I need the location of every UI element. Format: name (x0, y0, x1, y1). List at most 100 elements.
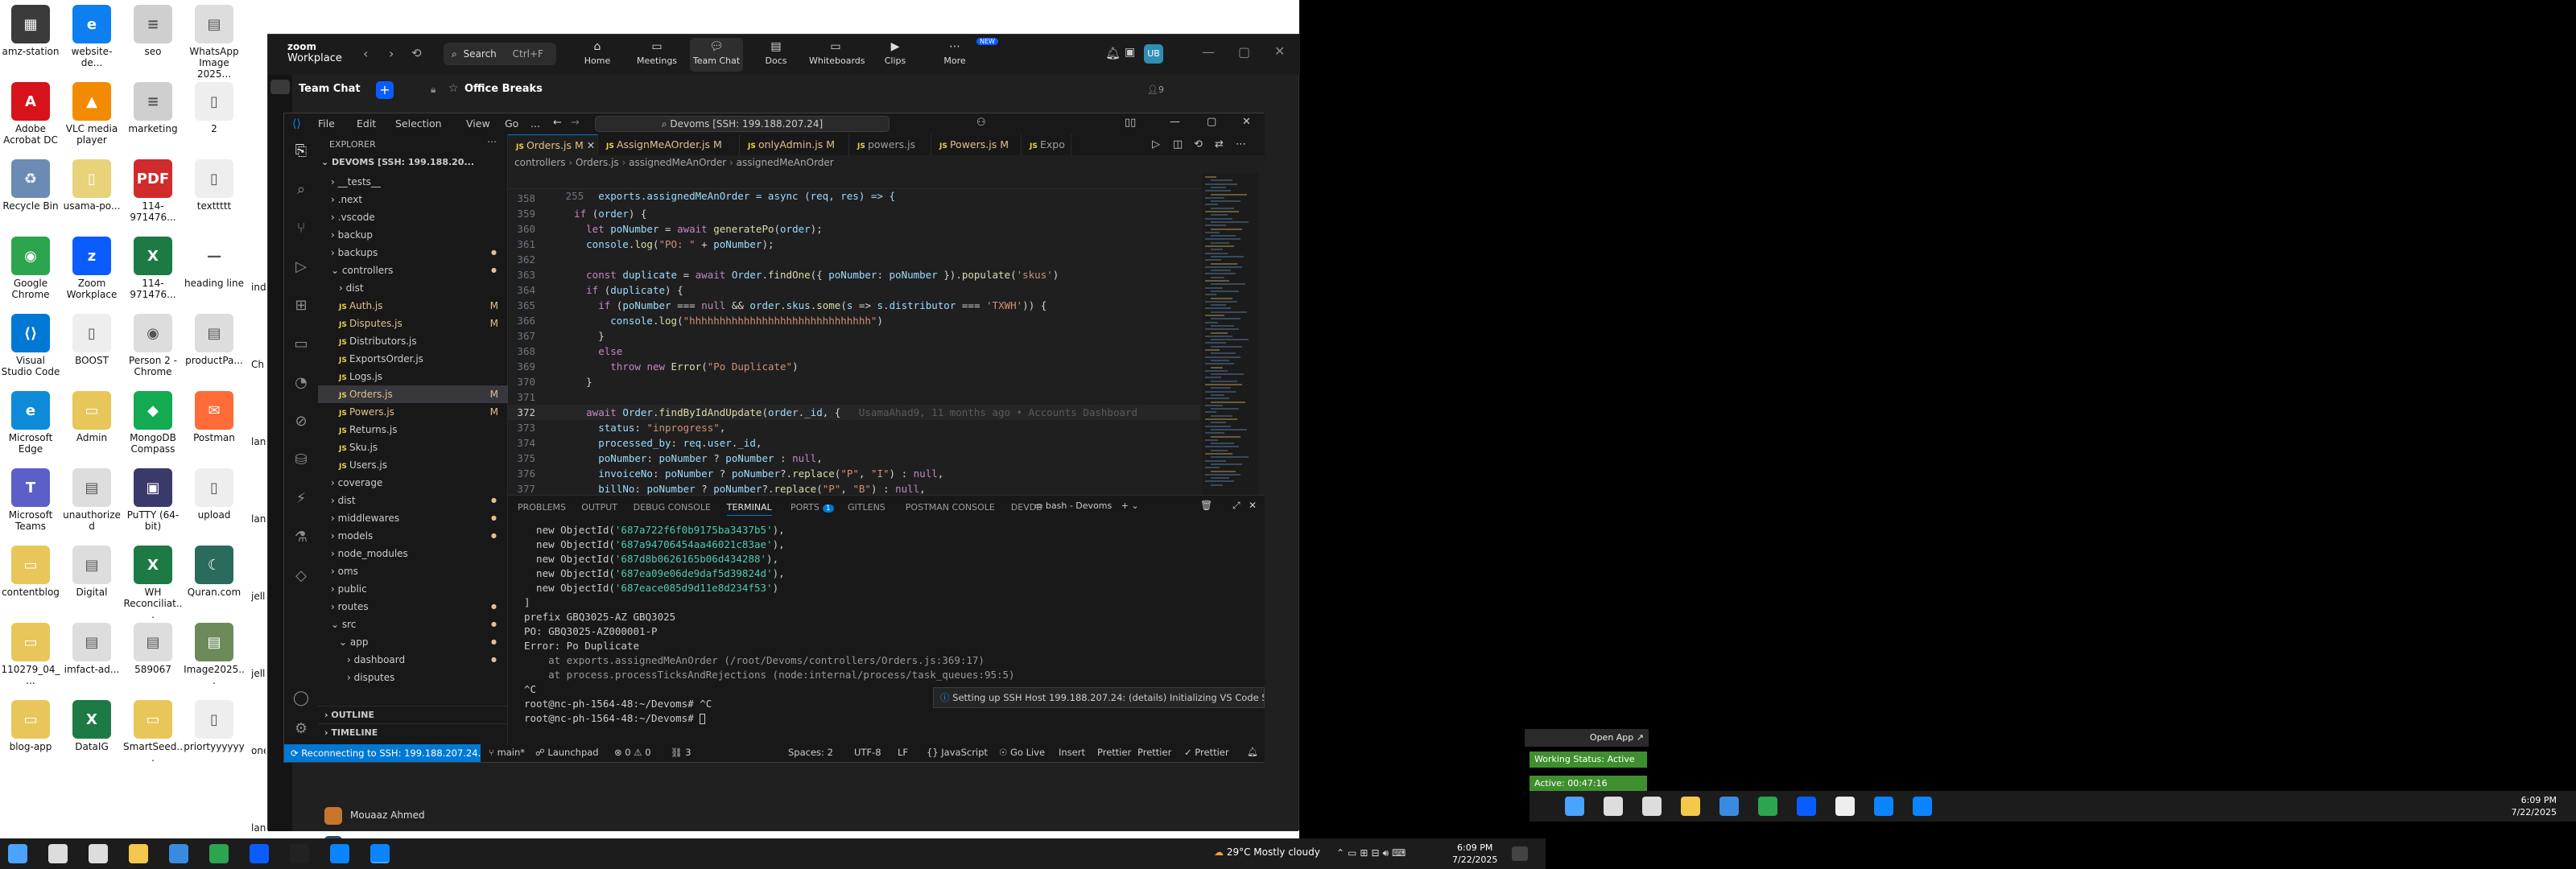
editor-tab[interactable]: JS powers.js (849, 134, 931, 155)
status-golive[interactable]: ☉ Go Live (999, 747, 1045, 758)
desktop-icon[interactable]: ▤ 589067 (122, 623, 184, 675)
breadcrumb-item[interactable]: Orders.js (576, 157, 619, 168)
desktop-icon[interactable]: ▭ contentblog (0, 546, 61, 598)
status-insert[interactable]: Insert (1059, 747, 1085, 758)
zoom-nav-docs[interactable]: ▤ Docs (749, 38, 803, 72)
file-explorer-icon[interactable] (1681, 797, 1700, 816)
desktop-icon[interactable]: — heading line (184, 237, 245, 289)
new-chat-button[interactable]: + (376, 81, 394, 99)
avatar[interactable]: UB (1144, 44, 1163, 64)
status-problems[interactable]: ⊗ 0 ⚠ 0 (614, 747, 651, 758)
desktop-icon[interactable]: ▯ texttttt (184, 159, 245, 212)
status-branch[interactable]: ⑂ main* (489, 747, 525, 758)
desktop-icon[interactable]: ◆ MongoDB Compass (122, 391, 184, 455)
tree-folder[interactable]: › .next (318, 191, 508, 208)
panel-tab-ports[interactable]: PORTS 1 (791, 502, 834, 513)
desktop-icon[interactable]: ▯ 2 (184, 82, 245, 134)
search-icon[interactable] (48, 844, 68, 863)
panel-tab-gitlens[interactable]: GITLENS (848, 502, 886, 513)
tree-file[interactable]: JS Returns.js (318, 421, 508, 439)
tree-file[interactable]: JS Orders.js M (318, 385, 508, 403)
nav-back-icon[interactable]: ← (553, 117, 562, 129)
breadcrumb-item[interactable]: assignedMeAnOrder (737, 157, 834, 168)
more-icon[interactable]: ⋯ (1236, 138, 1246, 150)
editor-tab[interactable]: JS onlyAdmin.js M (740, 134, 849, 155)
desktop-icon[interactable]: ▲ VLC media player (61, 82, 122, 146)
close-panel-icon[interactable]: ✕ (1249, 500, 1257, 511)
panel-tab-terminal[interactable]: TERMINAL (726, 502, 772, 516)
desktop-icon[interactable]: T Microsoft Teams (0, 468, 61, 532)
history-icon[interactable]: ⟲ (1194, 138, 1203, 150)
maximize-icon[interactable]: ▢ (1207, 116, 1216, 128)
zoom-nav-meetings[interactable]: ▭ Meetings (630, 38, 683, 72)
zoom-nav-whiteboards[interactable]: ▭ Whiteboards (809, 38, 865, 72)
tree-folder[interactable]: › backups ● (318, 244, 508, 262)
forward-arrow-icon[interactable]: › (389, 46, 394, 61)
desktop-icon[interactable]: ▯ upload (184, 468, 245, 521)
star-icon[interactable]: ☆ (448, 82, 459, 95)
status-encoding[interactable]: UTF-8 (854, 747, 881, 758)
task-view-icon[interactable] (89, 844, 108, 863)
zoom-nav-clips[interactable]: ▶ Clips (869, 38, 922, 72)
desktop-icon[interactable]: ▭ blog-app (0, 700, 61, 752)
vscode-icon[interactable] (370, 844, 390, 863)
tree-folder[interactable]: › dashboard ● (318, 651, 508, 669)
gitlens-icon[interactable]: ◔ (284, 374, 318, 391)
vscode-icon[interactable] (1913, 797, 1932, 816)
desktop-icon[interactable]: PDF 114-971476... (122, 159, 184, 223)
ssh-notification[interactable]: ⓘ Setting up SSH Host 199.188.207.24: (d… (933, 687, 1265, 708)
run-debug-icon[interactable]: ▷ (284, 258, 318, 275)
zoom-nav-team-chat[interactable]: 💬︎ Team Chat (690, 38, 743, 72)
desktop-icon[interactable]: z Zoom Workplace (61, 237, 122, 300)
editor-tab[interactable]: JS Expo (1022, 134, 1071, 155)
run-icon[interactable]: ▷ (1152, 138, 1160, 150)
desktop-icon[interactable]: ▤ unauthorized (61, 468, 122, 532)
desktop-icon[interactable]: ▤ WhatsApp Image 2025... (184, 5, 245, 80)
zoom-nav-more[interactable]: ⋯ More (928, 38, 981, 72)
menu-go[interactable]: Go (505, 117, 518, 130)
panel-tab-problems[interactable]: PROBLEMS (518, 502, 566, 513)
member-count[interactable]: 👤︎9 (1147, 84, 1164, 95)
terminal-selector[interactable]: ▭ bash - Devoms + ⌄ (1034, 500, 1139, 511)
desktop-icon[interactable]: e website-de... (61, 5, 122, 68)
desktop-icon[interactable]: ▯ BOOST (61, 314, 122, 366)
file-explorer-icon[interactable] (129, 844, 148, 863)
menu-view[interactable]: View (466, 117, 490, 130)
desktop-icon[interactable]: ▭ 110279_04_... (0, 623, 61, 686)
tree-folder[interactable]: › disputes (318, 669, 508, 686)
tree-folder[interactable]: › backup (318, 226, 508, 244)
task-view-icon[interactable] (1642, 797, 1662, 816)
chevron-down-icon[interactable]: ⌄ (1131, 500, 1138, 511)
zoom-search[interactable]: ⌕ Search Ctrl+F (444, 43, 556, 65)
status-prettier-1[interactable]: Prettier (1097, 747, 1131, 758)
status-prettier-2[interactable]: Prettier (1137, 747, 1171, 758)
breadcrumb-item[interactable]: assignedMeAnOrder (629, 157, 726, 168)
tree-folder[interactable]: › .vscode (318, 208, 508, 226)
desktop-icon[interactable]: ≡ marketing (122, 82, 184, 134)
notification-center-icon[interactable] (1512, 846, 1528, 861)
copilot-icon[interactable]: ⚇ (976, 117, 986, 129)
tree-folder[interactable]: ⌄ src ● (318, 616, 508, 633)
code-view[interactable]: 358 359 if (order) {360 let poNumber = aw… (508, 191, 1200, 495)
desktop-icon[interactable]: ▤ Image2025... (184, 623, 245, 686)
status-prettier-3[interactable]: ✓ Prettier (1184, 747, 1229, 758)
panel-tab-debug-console[interactable]: DEBUG CONSOLE (634, 502, 711, 513)
desktop-icon[interactable]: ▤ imfact-ad... (61, 623, 122, 675)
testing-icon[interactable]: ⚗ (284, 529, 318, 546)
desktop-icon[interactable]: ▤ productPa... (184, 314, 245, 366)
tree-file[interactable]: JS Users.js (318, 456, 508, 474)
panel-tab-output[interactable]: OUTPUT (581, 502, 617, 513)
breadcrumb-item[interactable]: controllers (514, 157, 566, 168)
vscode-icon[interactable] (330, 844, 349, 863)
weather-widget[interactable]: ☁ 29°C Mostly cloudy (1214, 846, 1320, 858)
minimize-icon[interactable]: — (1170, 116, 1180, 128)
add-terminal-icon[interactable]: + (1121, 500, 1129, 511)
chat-rail-icon[interactable] (270, 80, 290, 94)
desktop-icon[interactable]: ▣ PuTTY (64-bit) (122, 468, 184, 532)
tree-file[interactable]: JS Powers.js M (318, 403, 508, 421)
tree-file[interactable]: JS Sku.js (318, 439, 508, 456)
maximize-icon[interactable]: ▢ (1238, 44, 1250, 60)
desktop-icon[interactable]: ◉ Person 2 - Chrome (122, 314, 184, 377)
bell-icon[interactable]: 🔔︎ (1105, 46, 1121, 60)
tree-folder[interactable]: › dist ● (318, 492, 508, 509)
